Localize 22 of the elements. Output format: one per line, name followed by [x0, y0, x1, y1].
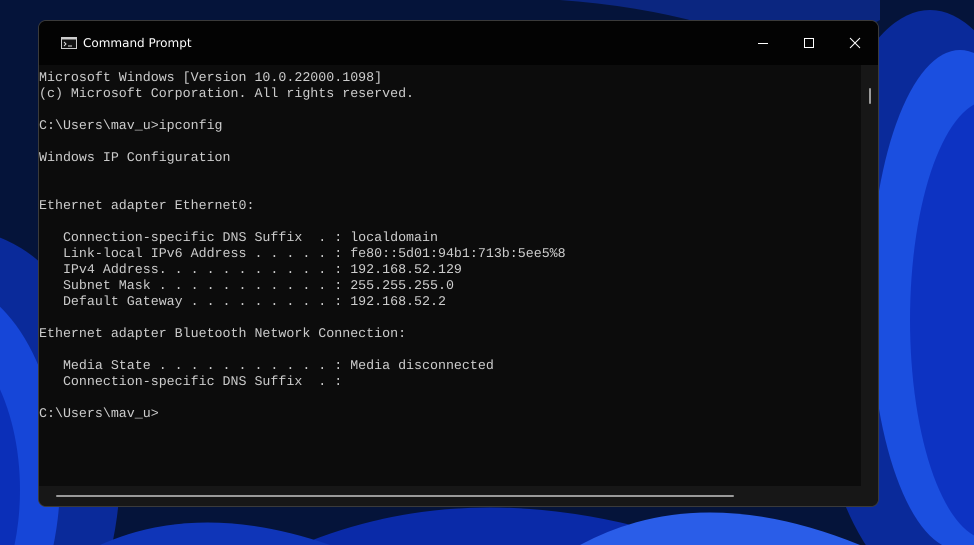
- close-icon: [849, 37, 861, 49]
- console-line: C:\Users\mav_u>ipconfig: [39, 118, 223, 134]
- console-line: Windows IP Configuration: [39, 150, 231, 166]
- console-line: Microsoft Windows [Version 10.0.22000.1098]: [39, 70, 382, 86]
- console-line: Ethernet adapter Ethernet0:: [39, 198, 254, 214]
- maximize-icon: [803, 37, 815, 49]
- scroll-thumb[interactable]: [869, 88, 871, 104]
- console-line: Ethernet adapter Bluetooth Network Connection:: [39, 326, 406, 342]
- console-line: C:\Users\mav_u>: [39, 406, 159, 422]
- console-line: Connection-specific DNS Suffix . :: [62, 374, 342, 390]
- console-line: IPv4 Address. . . . . . . . . . . : 192.168.52.129: [62, 262, 462, 278]
- console-line: Subnet Mask . . . . . . . . . . . : 255.255.255.0: [62, 278, 454, 294]
- console-line: Default Gateway . . . . . . . . . : 192.168.52.2: [62, 294, 446, 310]
- terminal-icon: [61, 37, 77, 49]
- horizontal-scrollbar[interactable]: [39, 486, 878, 506]
- vertical-scrollbar[interactable]: [861, 65, 878, 486]
- console-line: Media State . . . . . . . . . . . : Media disconnected: [62, 358, 494, 374]
- console-line: Link-local IPv6 Address . . . . . : fe80::5d01:94b1:713b:5ee5%8: [62, 246, 566, 262]
- scroll-thumb[interactable]: [56, 495, 734, 497]
- window-title: Command Prompt: [83, 36, 192, 50]
- console-line: (c) Microsoft Corporation. All rights reserved.: [39, 86, 414, 102]
- console-line: Connection-specific DNS Suffix . : localdomain: [62, 230, 438, 246]
